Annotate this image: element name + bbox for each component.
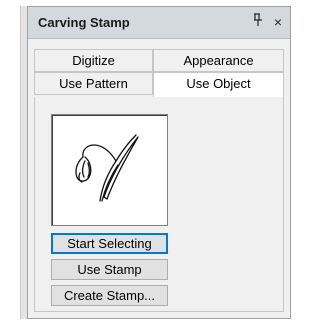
tab-use-pattern[interactable]: Use Pattern (34, 72, 153, 95)
close-icon[interactable]: × (271, 13, 285, 31)
stamp-preview (51, 114, 168, 226)
dock-left-edge (20, 6, 27, 319)
panel-title: Carving Stamp (38, 15, 130, 30)
tab-digitize[interactable]: Digitize (34, 49, 153, 72)
tab-strip: Digitize Appearance Use Pattern Use Obje… (28, 49, 290, 98)
carving-stamp-panel: Carving Stamp × Digitize Appearance Use … (27, 6, 291, 319)
tab-use-object[interactable]: Use Object (153, 72, 284, 98)
tab-content-use-object: Start Selecting Use Stamp Create Stamp..… (34, 97, 284, 312)
pin-icon[interactable] (251, 13, 265, 31)
snowdrop-stamp-icon (75, 134, 139, 202)
tab-appearance[interactable]: Appearance (153, 49, 284, 72)
start-selecting-button[interactable]: Start Selecting (51, 233, 168, 254)
create-stamp-button[interactable]: Create Stamp... (51, 285, 168, 306)
panel-titlebar[interactable]: Carving Stamp × (28, 7, 290, 39)
use-stamp-button[interactable]: Use Stamp (51, 259, 168, 280)
